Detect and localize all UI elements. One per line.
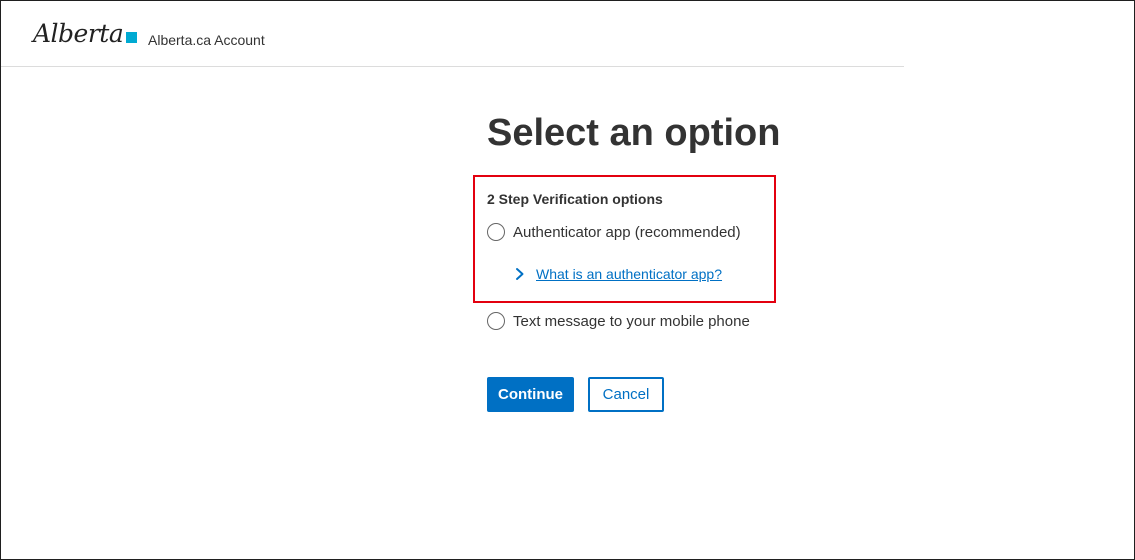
logo-wordmark: Alberta xyxy=(33,19,124,48)
details-link-authenticator[interactable]: What is an authenticator app? xyxy=(536,266,722,282)
alberta-logo[interactable]: Alberta xyxy=(33,19,138,48)
radio-option-authenticator[interactable]: Authenticator app (recommended) xyxy=(487,223,741,241)
radio-option-text-message[interactable]: Text message to your mobile phone xyxy=(487,312,750,330)
radio-label-text-message: Text message to your mobile phone xyxy=(513,312,750,330)
logo-mark-icon xyxy=(126,32,138,43)
radio-button-text-message[interactable] xyxy=(487,312,505,330)
cancel-button[interactable]: Cancel xyxy=(588,377,664,412)
details-toggle[interactable]: What is an authenticator app? xyxy=(512,266,722,282)
fieldset-legend: 2 Step Verification options xyxy=(487,191,663,207)
page-title: Select an option xyxy=(487,112,781,154)
continue-button[interactable]: Continue xyxy=(487,377,574,412)
site-header: Alberta Alberta.ca Account xyxy=(1,1,904,67)
radio-label-authenticator: Authenticator app (recommended) xyxy=(513,223,741,241)
chevron-right-icon[interactable] xyxy=(512,266,528,282)
radio-button-authenticator[interactable] xyxy=(487,223,505,241)
app-name: Alberta.ca Account xyxy=(148,32,265,48)
